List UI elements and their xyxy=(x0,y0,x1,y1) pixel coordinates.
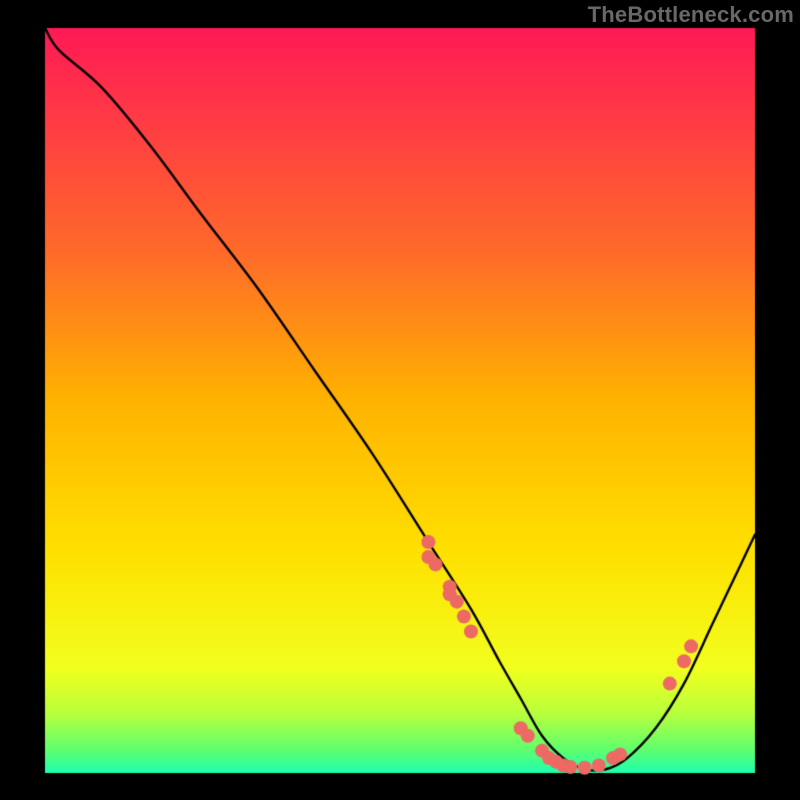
bottleneck-chart-canvas xyxy=(0,0,800,800)
chart-container: TheBottleneck.com xyxy=(0,0,800,800)
watermark-text: TheBottleneck.com xyxy=(588,2,794,28)
